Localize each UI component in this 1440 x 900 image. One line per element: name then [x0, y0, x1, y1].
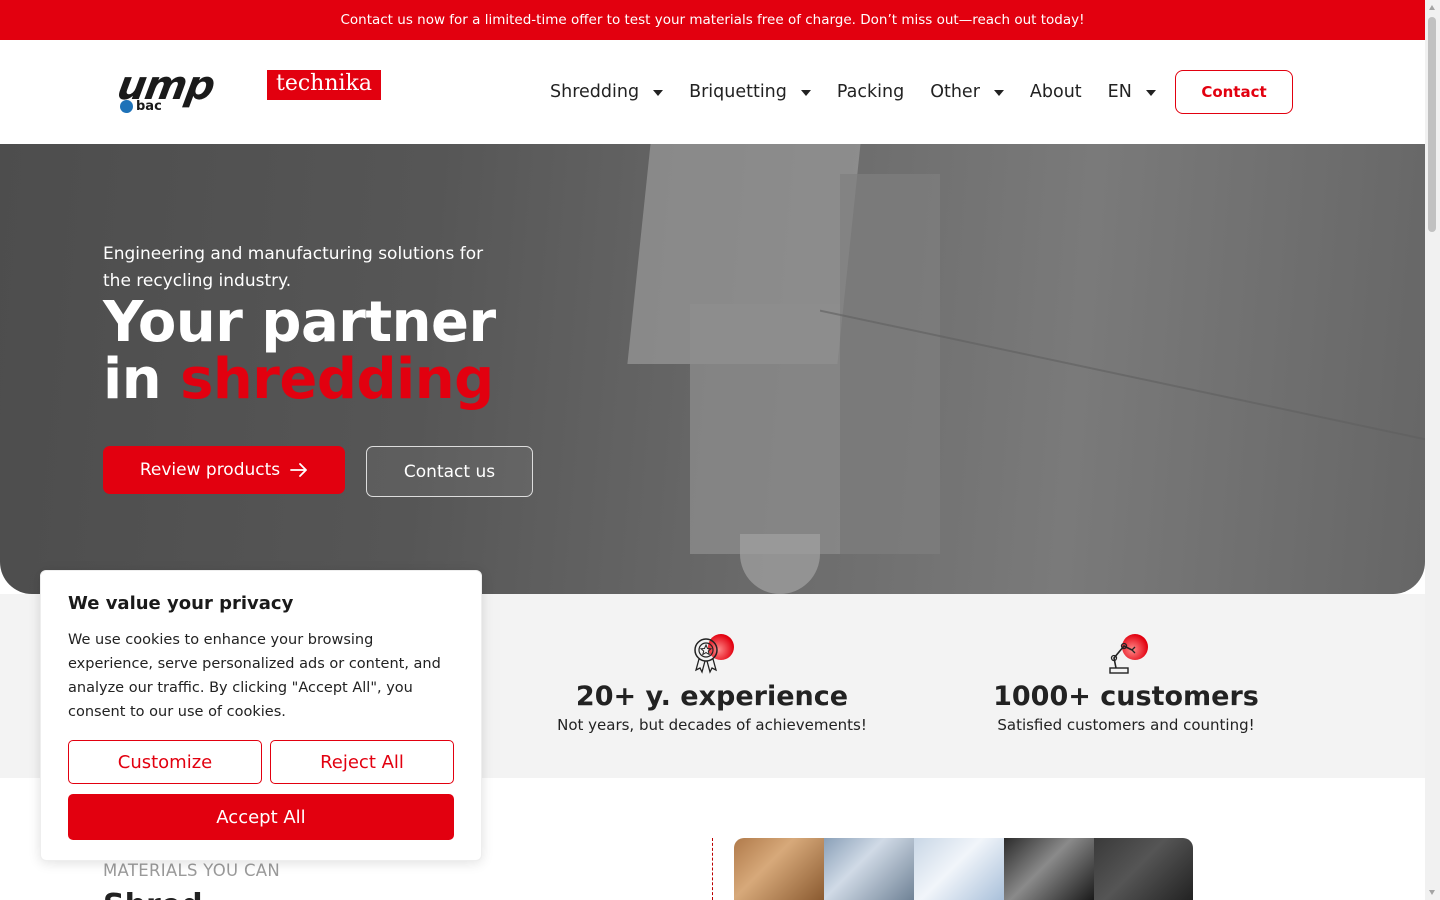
headline-line2: in shredding: [103, 351, 496, 408]
logo-bac-text: bac: [136, 99, 162, 114]
headline-line1: Your partner: [103, 290, 496, 355]
headline-in: in: [103, 347, 162, 412]
review-products-label: Review products: [139, 460, 281, 480]
stat-value: 20+ y. experience: [575, 681, 849, 712]
material-metal-scrap: [1004, 838, 1094, 900]
caret-down-icon: [653, 90, 664, 96]
promo-text[interactable]: Contact us now for a limited-time offer …: [340, 12, 1084, 28]
materials-heading: Shred: [103, 888, 203, 900]
arrow-right-icon: [290, 463, 308, 477]
page-scrollbar[interactable]: [1425, 0, 1440, 900]
scrollbar-thumb[interactable]: [1428, 17, 1436, 232]
nav-item-label: Shredding: [550, 82, 640, 102]
logo-bac: bac: [120, 99, 162, 114]
nav-item-about[interactable]: About: [1030, 82, 1082, 102]
nav-item-label: Briquetting: [689, 82, 787, 102]
stat-experience: 20+ y. experience Not years, but decades…: [542, 634, 882, 734]
materials-kicker: MATERIALS YOU CAN: [103, 861, 281, 880]
material-rubber: [1094, 838, 1193, 900]
nav-item-shredding[interactable]: Shredding: [550, 82, 664, 102]
material-wood-chips: [734, 838, 824, 900]
nav-item-label: Other: [930, 82, 980, 102]
customize-button[interactable]: Customize: [68, 740, 262, 784]
accept-all-button[interactable]: Accept All: [68, 794, 454, 840]
contact-button[interactable]: Contact: [1175, 70, 1293, 114]
bac-logo-icon: [120, 100, 133, 113]
hero-bg-nozzle: [740, 534, 820, 594]
scroll-down-icon[interactable]: [1429, 890, 1435, 895]
nav-item-briquetting[interactable]: Briquetting: [689, 82, 811, 102]
stat-description: Satisfied customers and counting!: [997, 716, 1255, 734]
language-selector[interactable]: EN: [1108, 82, 1156, 102]
cookie-text: We use cookies to enhance your browsing …: [68, 632, 441, 720]
reject-all-button[interactable]: Reject All: [270, 740, 454, 784]
material-paper-shreds: [824, 838, 914, 900]
site-header: ump technika bac Shredding Briquetting P…: [0, 40, 1425, 144]
material-plastic-flakes: [914, 838, 1004, 900]
language-label: EN: [1107, 82, 1132, 102]
hero-bg-plate: [820, 309, 1425, 594]
section-divider: [712, 838, 713, 900]
hero-headline: Your partner in shredding: [103, 294, 496, 408]
hero-section: Engineering and manufacturing solutions …: [0, 144, 1425, 594]
materials-image-strip[interactable]: [734, 838, 1193, 900]
site-logo[interactable]: ump technika bac: [114, 63, 383, 118]
caret-down-icon: [1145, 90, 1156, 96]
cookie-title: We value your privacy: [68, 593, 294, 614]
cookie-consent-dialog: We value your privacy We use cookies to …: [40, 570, 482, 861]
contact-us-button[interactable]: Contact us: [366, 446, 533, 497]
logo-technika: technika: [267, 70, 381, 100]
scroll-up-icon[interactable]: [1429, 5, 1435, 10]
review-products-button[interactable]: Review products: [103, 446, 345, 494]
nav-item-packing[interactable]: Packing: [837, 82, 904, 102]
caret-down-icon: [800, 90, 811, 96]
nav-item-label: Packing: [836, 82, 905, 102]
nav-item-label: About: [1029, 82, 1082, 102]
stat-customers: 1000+ customers Satisfied customers and …: [956, 634, 1296, 734]
hero-subtitle: Engineering and manufacturing solutions …: [103, 244, 484, 291]
caret-down-icon: [993, 90, 1004, 96]
page: Contact us now for a limited-time offer …: [0, 0, 1425, 900]
promo-banner[interactable]: Contact us now for a limited-time offer …: [0, 0, 1425, 40]
stat-description: Not years, but decades of achievements!: [557, 716, 867, 734]
main-nav: Shredding Briquetting Packing Other Abou…: [550, 40, 1182, 144]
nav-item-other[interactable]: Other: [930, 82, 1004, 102]
award-medal-icon: [690, 634, 734, 676]
robot-arm-icon: [1104, 634, 1148, 676]
headline-highlight: shredding: [180, 347, 494, 412]
stat-value: 1000+ customers: [993, 681, 1259, 712]
hero-bg-machine-head: [690, 304, 840, 554]
